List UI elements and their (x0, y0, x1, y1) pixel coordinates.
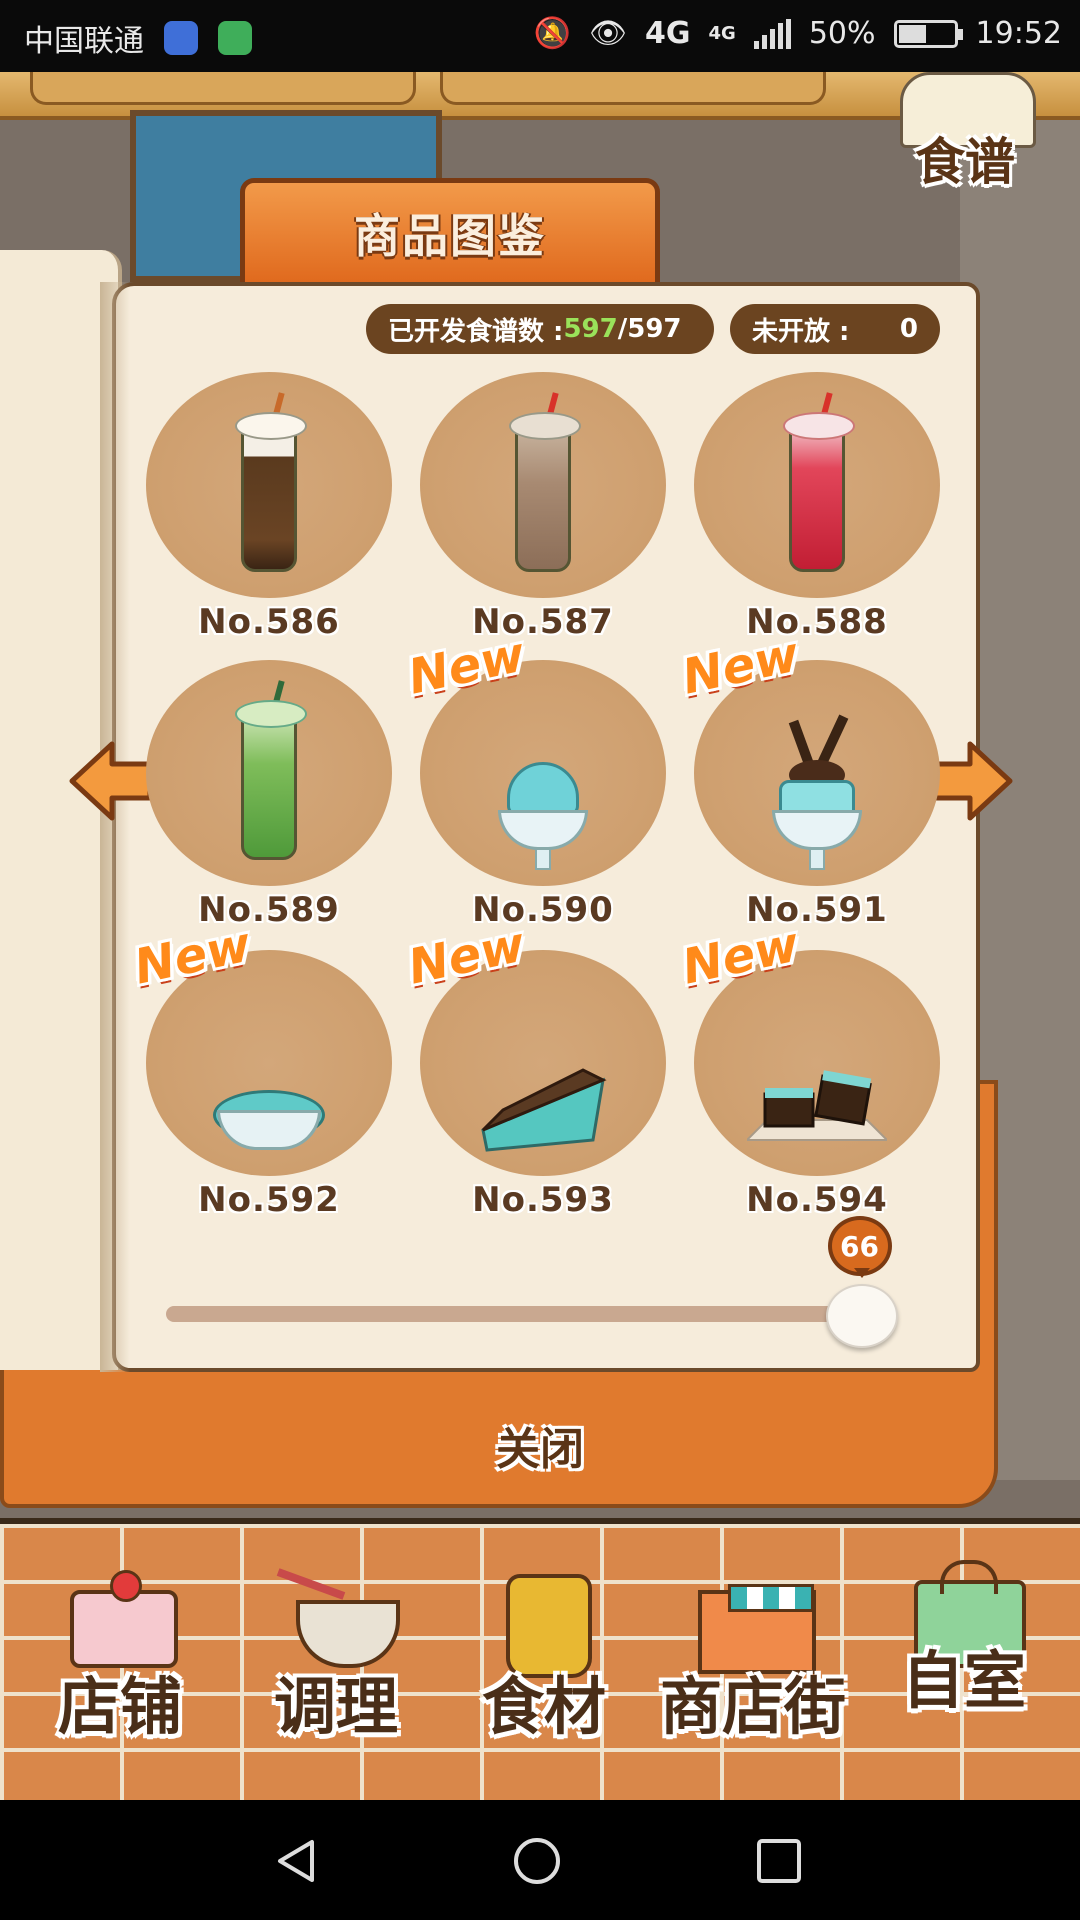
cake-icon (60, 1560, 180, 1670)
recipe-slot[interactable]: New No.588 (694, 372, 940, 642)
nav-ingredients-button[interactable]: 食材 (444, 1540, 644, 1760)
nav-shop-button[interactable]: 店铺 (20, 1540, 220, 1760)
developed-total: /597 (617, 314, 682, 344)
network-type: 4G (645, 16, 691, 51)
back-icon[interactable] (272, 1836, 322, 1886)
home-icon[interactable] (512, 1836, 562, 1886)
recipe-button-label: 食谱 (915, 133, 1015, 191)
nav-shopping-street-button[interactable]: 商店街 (648, 1540, 858, 1760)
recipe-number: No.589 (198, 890, 340, 930)
nav-room-button[interactable]: 自室 (864, 1540, 1064, 1760)
shop-street-icon (688, 1560, 816, 1674)
recipe-slot[interactable]: New No.594 (677, 916, 940, 1220)
recipe-number: No.588 (746, 602, 888, 642)
nav-cook-button[interactable]: 调理 (236, 1540, 436, 1760)
resource-counter (440, 72, 826, 105)
strawberry-drink-icon (767, 392, 867, 582)
developed-label: 已开发食谱数 : (388, 316, 564, 347)
milk-tea-boba-icon (219, 392, 319, 582)
unopened-count: 0 (899, 314, 918, 344)
ingredient-bag-icon (484, 1560, 604, 1678)
prev-page-arrow[interactable] (66, 736, 156, 826)
recipe-slot[interactable]: New No.591 (677, 626, 940, 930)
page-slider-value: 66 (827, 1216, 892, 1278)
recipe-number: No.593 (472, 1180, 614, 1220)
nav-ingredients-label: 食材 (481, 1670, 606, 1743)
mint-chip-ice-cream-icon (213, 970, 325, 1160)
battery-percent: 50% (808, 16, 876, 51)
coin-counter (30, 72, 416, 105)
recipe-slot[interactable]: New No.592 (129, 916, 392, 1220)
book-spine (100, 282, 130, 1372)
arrow-left-icon (69, 741, 153, 821)
close-button[interactable]: 关闭 (470, 1410, 610, 1480)
chocolate-drink-icon (493, 392, 593, 582)
battery-icon (893, 19, 963, 48)
recipe-number: No.594 (746, 1180, 888, 1220)
nav-room-label: 自室 (901, 1644, 1026, 1717)
recipe-number: No.587 (472, 602, 614, 642)
status-bar: 中国联通 🔕 👁 4G 4G 50% 19:52 (0, 0, 1080, 72)
mint-brownies-icon (747, 970, 887, 1160)
nav-shop-label: 店铺 (57, 1670, 182, 1743)
developed-recipes-counter: 已开发食谱数 : 597 /597 (366, 304, 714, 354)
unopened-label: 未开放 : (752, 316, 850, 347)
mint-ice-cream-cup-icon (493, 680, 593, 870)
recipe-slot[interactable]: New No.593 (403, 916, 666, 1220)
mint-cake-slice-icon (481, 970, 607, 1160)
developed-count: 597 (563, 314, 618, 344)
eye-icon: 👁 (588, 16, 628, 51)
briefcase-app-icon (218, 21, 252, 55)
android-nav-bar (0, 1800, 1080, 1920)
recipe-slot[interactable]: New No.586 (146, 372, 392, 642)
clock: 19:52 (975, 16, 1062, 51)
nav-shopping-street-label: 商店街 (659, 1670, 846, 1743)
recipe-slot[interactable]: New No.589 (146, 660, 392, 930)
mint-parfait-icon (767, 680, 867, 870)
matcha-drink-icon (219, 680, 319, 870)
catalog-title-tab: 商品图鉴 (240, 178, 660, 282)
whisk-bowl-icon (276, 1560, 400, 1670)
nav-cook-label: 调理 (273, 1670, 398, 1743)
recipe-number: No.591 (746, 890, 888, 930)
recipe-number: No.590 (472, 890, 614, 930)
recipe-slot[interactable]: New No.587 (420, 372, 666, 642)
recipe-button[interactable]: 食谱 (890, 72, 1040, 192)
recipe-number: No.586 (198, 602, 340, 642)
mute-icon: 🔕 (533, 16, 571, 51)
carrier-name: 中国联通 (24, 24, 144, 59)
location-app-icon (164, 21, 198, 55)
network-type-2: 4G (708, 23, 736, 44)
signal-icon (753, 18, 791, 49)
recents-icon[interactable] (754, 1836, 804, 1886)
page-slider-track[interactable] (166, 1306, 896, 1322)
recipe-number: No.592 (198, 1180, 340, 1220)
unopened-counter: 未开放 : 0 (730, 304, 940, 354)
catalog-title: 商品图鉴 (354, 208, 546, 263)
recipe-slot[interactable]: New No.590 (403, 626, 666, 930)
page-slider-thumb[interactable] (825, 1284, 898, 1348)
